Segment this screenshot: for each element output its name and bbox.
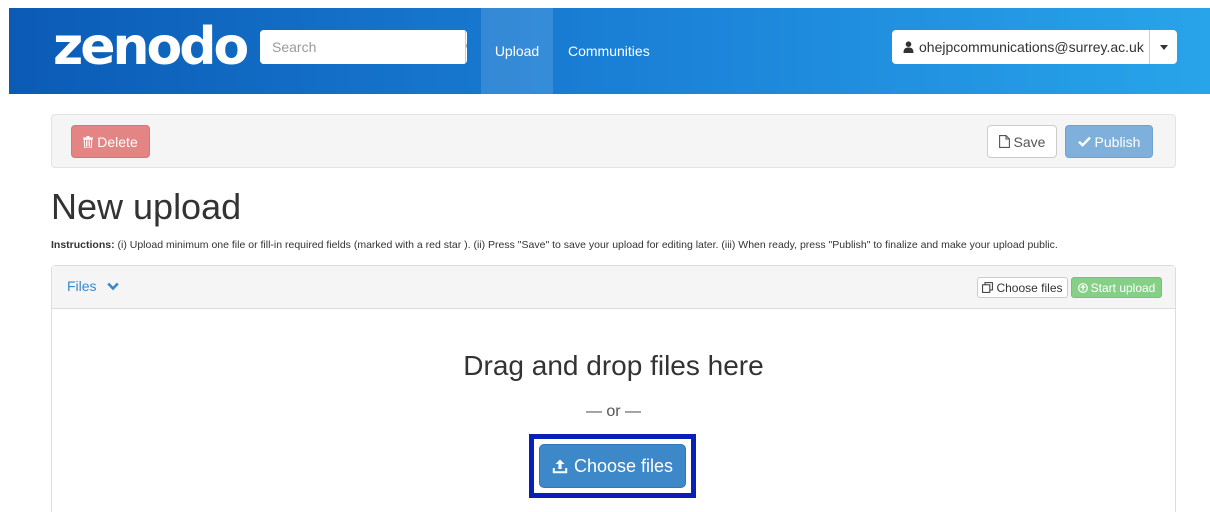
publish-label: Publish — [1094, 133, 1141, 150]
copy-icon — [982, 282, 994, 293]
nav-upload[interactable]: Upload — [481, 8, 553, 94]
zenodo-logo[interactable]: zenodo — [53, 16, 249, 78]
files-panel-header: Files Choose files Start upload — [52, 266, 1175, 309]
files-panel: Files Choose files Start upload Drag and… — [51, 265, 1176, 512]
delete-label: Delete — [97, 133, 138, 150]
choose-files-small-label: Choose files — [996, 280, 1063, 295]
file-icon — [998, 135, 1010, 148]
choose-files-label: Choose files — [573, 455, 674, 476]
nav-communities[interactable]: Communities — [568, 8, 650, 94]
publish-button[interactable]: Publish — [1065, 125, 1153, 158]
user-menu: ohejpcommunications@surrey.ac.uk — [892, 30, 1177, 64]
chevron-down-icon — [106, 282, 119, 291]
deposit-toolbar: Delete Save Publish — [51, 114, 1176, 168]
user-menu-toggle[interactable] — [1149, 30, 1177, 64]
choose-files-small-button[interactable]: Choose files — [977, 277, 1068, 298]
user-email: ohejpcommunications@surrey.ac.uk — [919, 39, 1144, 55]
save-button[interactable]: Save — [987, 125, 1057, 158]
choose-files-button[interactable]: Choose files — [539, 444, 686, 488]
files-label: Files — [67, 278, 97, 294]
save-label: Save — [1013, 133, 1046, 150]
instructions-prefix: Instructions: — [51, 239, 115, 251]
instructions-text: (i) Upload minimum one file or fill-in r… — [117, 239, 1058, 251]
drop-zone-or: — or — — [585, 403, 642, 420]
upload-icon — [552, 459, 568, 474]
search-icon — [466, 40, 467, 54]
choose-files-highlight: Choose files — [529, 434, 696, 498]
instructions: Instructions: (i) Upload minimum one fil… — [51, 239, 1201, 251]
search-button[interactable] — [465, 30, 467, 64]
user-icon — [903, 41, 914, 53]
drop-zone-title: Drag and drop files here — [463, 350, 764, 381]
caret-down-icon — [1159, 44, 1168, 50]
files-panel-toggle[interactable]: Files — [67, 278, 119, 294]
search-bar — [260, 30, 467, 64]
top-navbar: zenodo Upload Communities ohejpcommunica… — [9, 8, 1210, 94]
delete-button[interactable]: Delete — [71, 125, 150, 158]
upload-circle-icon — [1077, 282, 1088, 293]
user-account-button[interactable]: ohejpcommunications@surrey.ac.uk — [892, 30, 1149, 64]
page-title: New upload — [51, 186, 242, 227]
search-input[interactable] — [260, 30, 465, 64]
start-upload-label: Start upload — [1090, 280, 1156, 295]
start-upload-button[interactable]: Start upload — [1071, 277, 1162, 298]
trash-icon — [83, 135, 94, 148]
check-icon — [1077, 136, 1091, 147]
